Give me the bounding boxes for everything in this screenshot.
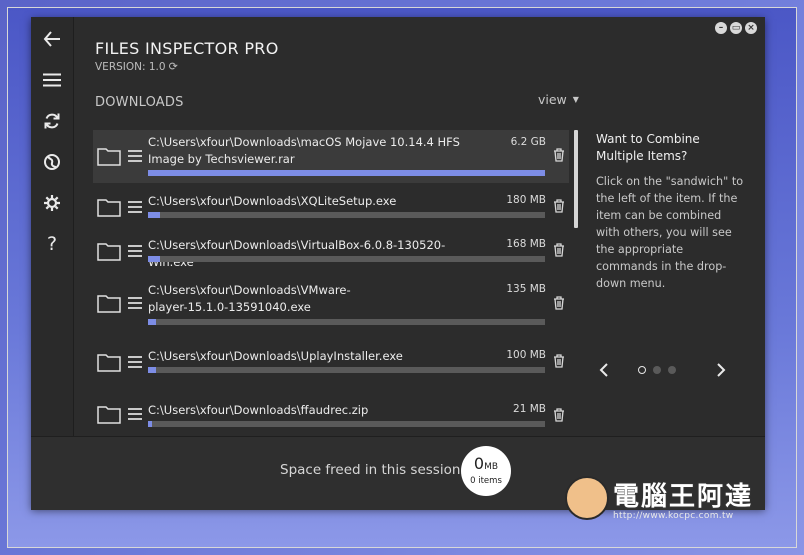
list-item[interactable]: C:\Users\xfour\Downloads\macOS Mojave 10… [93,130,569,183]
sandwich-menu-icon[interactable] [128,356,142,368]
file-size: 21 MB [513,403,546,415]
list-item[interactable]: C:\Users\xfour\Downloads\VMware-player-1… [93,271,569,332]
chevron-down-icon: ▼ [572,95,579,104]
tip-pager [596,362,726,378]
trash-icon[interactable] [553,354,565,368]
folder-icon[interactable] [97,241,121,261]
sandwich-menu-icon[interactable] [128,201,142,213]
list-item[interactable]: C:\Users\xfour\Downloads\ffaudrec.zip 21… [93,384,569,436]
file-size: 6.2 GB [510,136,546,148]
progress-fill [148,319,156,325]
progress-bar [148,367,545,373]
pager-dots [638,366,676,374]
progress-bar [148,256,545,262]
trash-icon[interactable] [553,199,565,213]
pager-dot[interactable] [653,366,661,374]
progress-fill [148,367,156,373]
tip-body: Click on the "sandwich" to the left of t… [596,175,744,290]
list-item[interactable]: C:\Users\xfour\Downloads\UplayInstaller.… [93,332,569,384]
folder-icon[interactable] [97,197,121,217]
progress-bar [148,212,545,218]
scrollbar-thumb[interactable] [574,130,578,228]
hamburger-menu-icon[interactable] [31,65,73,95]
trash-icon[interactable] [553,408,565,422]
refresh-icon[interactable] [31,106,73,136]
app-version: VERSION: 1.0 ⟳ [95,60,178,73]
window-controls: – ▭ × [715,22,757,34]
app-title: FILES INSPECTOR PRO [95,39,279,58]
file-path: C:\Users\xfour\Downloads\XQLiteSetup.exe [148,194,397,208]
sandwich-menu-icon[interactable] [128,245,142,257]
list-item[interactable]: C:\Users\xfour\Downloads\XQLiteSetup.exe… [93,183,569,227]
space-freed-items: 0 items [470,476,502,486]
section-title: DOWNLOADS [95,95,184,110]
space-freed-amount: 0 [473,454,485,473]
file-path: C:\Users\xfour\Downloads\UplayInstaller.… [148,349,403,363]
view-label: view [538,92,567,107]
tip-heading: Want to Combine Multiple Items? [596,132,700,163]
folder-icon[interactable] [97,352,121,372]
space-freed-badge: 0MB 0 items [461,446,511,496]
sandwich-menu-icon[interactable] [128,150,142,162]
progress-bar [148,421,545,427]
watermark-url: http://www.kocpc.com.tw [613,511,734,521]
watermark-brand: 電腦王阿達 [613,482,754,512]
progress-fill [148,212,160,218]
trash-icon[interactable] [553,148,565,162]
trash-icon[interactable] [553,296,565,310]
space-freed-unit: MB [484,462,499,472]
file-size: 135 MB [506,283,546,295]
folder-icon[interactable] [97,146,121,166]
file-path: C:\Users\xfour\Downloads\VMware-player-1… [148,283,351,314]
update-check-icon[interactable]: ⟳ [169,60,178,73]
close-icon[interactable]: × [745,22,757,34]
file-size: 180 MB [506,194,546,206]
app-window: ? – ▭ × FILES INSPECTOR PRO VERSION: 1.0… [31,17,765,510]
progress-fill [148,170,545,176]
progress-fill [148,256,160,262]
file-path: C:\Users\xfour\Downloads\macOS Mojave 10… [148,135,460,166]
folder-icon[interactable] [97,404,121,424]
mascot-icon [565,476,609,520]
sandwich-menu-icon[interactable] [128,297,142,309]
folder-icon[interactable] [97,293,121,313]
sandwich-menu-icon[interactable] [128,408,142,420]
pager-dot[interactable] [668,366,676,374]
chevron-left-icon[interactable] [599,362,609,378]
file-path: C:\Users\xfour\Downloads\VirtualBox-6.0.… [148,238,446,269]
view-dropdown[interactable]: view ▼ [538,92,579,107]
progress-fill [148,421,152,427]
gear-icon[interactable] [31,188,73,218]
file-size: 100 MB [506,349,546,361]
file-path: C:\Users\xfour\Downloads\ffaudrec.zip [148,403,369,417]
globe-icon[interactable] [31,147,73,177]
side-rail: ? [31,17,74,436]
tip-panel: Want to Combine Multiple Items? Click on… [596,131,746,292]
chevron-right-icon[interactable] [716,362,726,378]
progress-bar [148,319,545,325]
downloads-list: C:\Users\xfour\Downloads\macOS Mojave 10… [93,130,569,436]
back-arrow-icon[interactable] [31,24,73,54]
maximize-icon[interactable]: ▭ [730,22,742,34]
minimize-icon[interactable]: – [715,22,727,34]
watermark: 電腦王阿達 http://www.kocpc.com.tw [565,474,770,529]
space-freed-label: Space freed in this session: [280,462,465,478]
progress-bar [148,170,545,176]
pager-dot-active[interactable] [638,366,646,374]
help-icon[interactable]: ? [31,229,73,259]
file-size: 168 MB [506,238,546,250]
list-item[interactable]: C:\Users\xfour\Downloads\VirtualBox-6.0.… [93,227,569,271]
version-label: VERSION: 1.0 [95,61,166,73]
trash-icon[interactable] [553,243,565,257]
